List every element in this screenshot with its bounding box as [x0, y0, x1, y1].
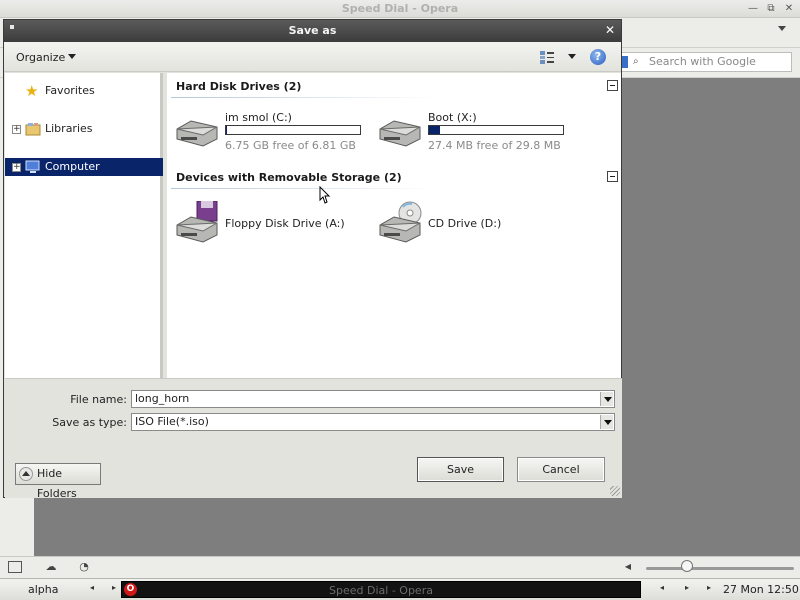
dialog-footer: File name: long_horn Save as type: ISO F…: [5, 378, 622, 500]
collapse-group-icon[interactable]: [607, 80, 618, 91]
nav-item-label: Computer: [45, 160, 100, 173]
cancel-button[interactable]: Cancel: [517, 457, 605, 482]
panel-toggle-icon[interactable]: [8, 561, 22, 573]
expand-icon[interactable]: +: [12, 163, 21, 172]
navigation-pane: ★ Favorites + Libraries + Computer: [5, 73, 163, 378]
help-icon[interactable]: ?: [590, 49, 606, 65]
dialog-toolbar: Organize ?: [4, 42, 621, 72]
file-name-value: long_horn: [135, 392, 190, 405]
save-button[interactable]: Save: [417, 457, 504, 482]
group-divider: [171, 188, 436, 189]
group-header-hard-disk[interactable]: Hard Disk Drives (2): [176, 80, 301, 93]
taskbar-opera-task[interactable]: O Speed Dial - Opera: [121, 581, 641, 598]
chevron-down-icon[interactable]: [600, 415, 613, 429]
chevron-down-icon[interactable]: [778, 26, 786, 31]
chevron-up-icon: [19, 467, 33, 481]
file-name-input[interactable]: long_horn: [131, 390, 615, 408]
next-workspace-icon[interactable]: ▸: [112, 583, 116, 592]
save-type-select[interactable]: ISO File(*.iso): [131, 413, 615, 431]
view-options-chevron-icon[interactable]: [568, 54, 576, 59]
group-header-removable[interactable]: Devices with Removable Storage (2): [176, 171, 402, 184]
opera-titlebar: Speed Dial - Opera — ⧉ ✕: [0, 0, 800, 18]
device-item[interactable]: Floppy Disk Drive (A:): [173, 201, 373, 245]
cloud-icon[interactable]: ☁: [43, 560, 59, 574]
drive-name: im smol (C:): [225, 111, 292, 124]
drive-item[interactable]: Boot (X:) 27.4 MB free of 29.8 MB: [376, 111, 576, 153]
close-button[interactable]: ✕: [782, 2, 796, 16]
cd-drive-icon: [379, 201, 422, 243]
taskbar: alpha ◂ ▸ O Speed Dial - Opera ◂ ▸ ▸ 27 …: [0, 578, 800, 600]
workspace-label[interactable]: alpha: [28, 583, 59, 596]
content-pane: Hard Disk Drives (2) im smol (C:) 6.75 G…: [167, 73, 621, 378]
speed-icon[interactable]: ◔: [76, 560, 92, 574]
restore-button[interactable]: ⧉: [764, 2, 778, 16]
zoom-out-icon[interactable]: ◀: [620, 560, 636, 574]
group-divider: [171, 97, 436, 98]
drive-usage-bar: [225, 125, 361, 135]
nav-item-computer[interactable]: + Computer: [5, 158, 163, 176]
zoom-slider-thumb[interactable]: [681, 560, 693, 572]
floppy-drive-icon: [176, 201, 218, 243]
opera-status-bar: ☁ ◔ ◀: [0, 556, 800, 578]
drive-free-space: 27.4 MB free of 29.8 MB: [428, 139, 561, 152]
chevron-down-icon[interactable]: [600, 392, 613, 406]
hide-folders-button[interactable]: Hide Folders: [15, 463, 101, 500]
search-icon: ⌕: [633, 56, 639, 67]
libraries-icon: [25, 123, 41, 136]
drive-usage-fill: [429, 126, 440, 134]
opera-icon: O: [124, 583, 137, 596]
prev-task-icon[interactable]: ◂: [660, 583, 664, 592]
search-input[interactable]: Search with Google: [616, 52, 792, 72]
mouse-cursor-icon: [319, 186, 331, 204]
device-item[interactable]: CD Drive (D:): [376, 201, 576, 245]
dialog-close-button[interactable]: ✕: [605, 23, 615, 37]
opera-window-title: Speed Dial - Opera: [341, 2, 459, 15]
nav-item-label: Favorites: [45, 84, 95, 97]
chevron-down-icon[interactable]: [68, 54, 76, 59]
save-type-label: Save as type:: [52, 416, 127, 429]
collapse-group-icon[interactable]: [607, 171, 618, 182]
resize-grip[interactable]: [610, 486, 620, 496]
dialog-title: Save as: [288, 24, 337, 37]
hard-drive-icon: [379, 120, 421, 147]
clock: 27 Mon 12:50: [723, 583, 799, 596]
file-name-label: File name:: [70, 393, 127, 406]
nav-item-libraries[interactable]: + Libraries: [5, 120, 163, 138]
device-name: CD Drive (D:): [428, 217, 502, 230]
star-icon: ★: [25, 82, 39, 100]
nav-item-favorites[interactable]: ★ Favorites: [5, 82, 163, 100]
hard-drive-icon: [176, 120, 218, 147]
taskbar-task-title: Speed Dial - Opera: [329, 584, 433, 597]
hide-folders-label: Hide Folders: [37, 467, 77, 500]
change-view-icon[interactable]: [540, 51, 554, 64]
device-name: Floppy Disk Drive (A:): [225, 217, 345, 230]
organize-button[interactable]: Organize: [16, 51, 65, 64]
prev-workspace-icon[interactable]: ◂: [90, 583, 94, 592]
drive-free-space: 6.75 GB free of 6.81 GB: [225, 139, 356, 152]
zoom-slider[interactable]: [646, 567, 794, 570]
drive-name: Boot (X:): [428, 111, 477, 124]
nav-item-label: Libraries: [45, 122, 93, 135]
drive-usage-fill: [226, 126, 227, 134]
dialog-titlebar[interactable]: Save as ✕: [4, 20, 621, 42]
save-type-value: ISO File(*.iso): [135, 415, 209, 428]
next-window-icon[interactable]: ▸: [685, 583, 689, 592]
save-as-dialog: Save as ✕ Organize ? ★ Favorites + Libra…: [3, 19, 622, 500]
minimize-button[interactable]: —: [746, 2, 760, 16]
drive-item[interactable]: im smol (C:) 6.75 GB free of 6.81 GB: [173, 111, 373, 153]
computer-icon: [25, 160, 40, 173]
next-task-icon[interactable]: ▸: [707, 583, 711, 592]
expand-icon[interactable]: +: [12, 125, 21, 134]
drive-usage-bar: [428, 125, 564, 135]
